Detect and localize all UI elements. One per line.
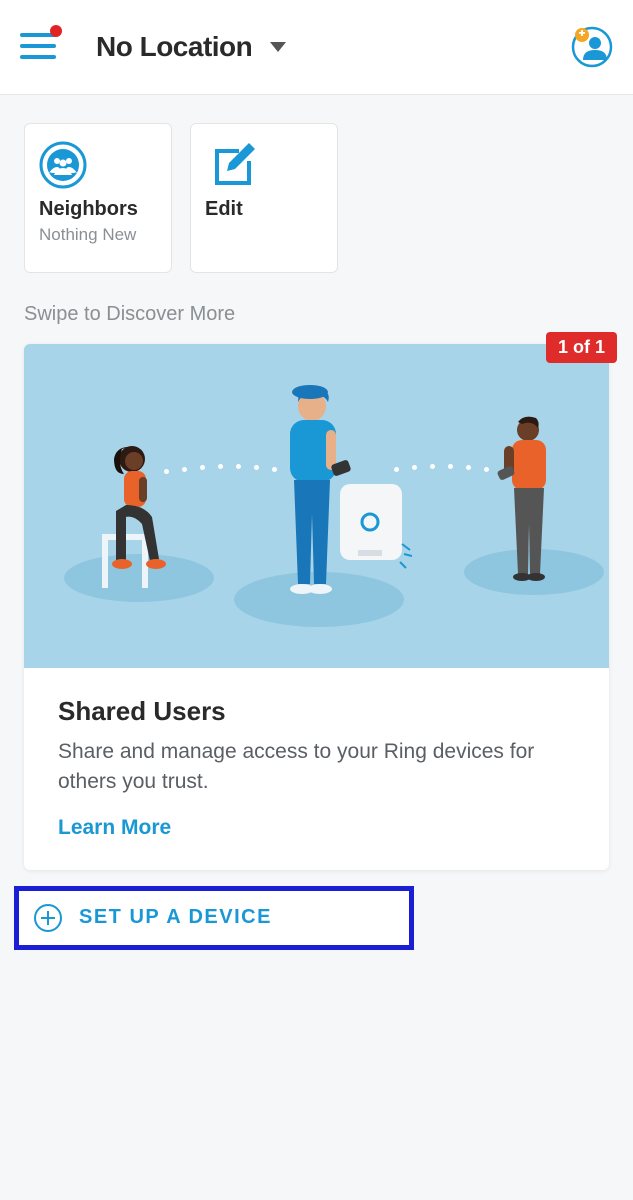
chevron-down-icon	[270, 42, 286, 52]
tile-title: Edit	[205, 198, 323, 221]
card-count-badge: 1 of 1	[546, 332, 617, 363]
location-title: No Location	[96, 31, 252, 63]
location-selector[interactable]: No Location	[96, 31, 286, 63]
add-shared-user-button[interactable]	[571, 26, 613, 68]
discover-section-label: Swipe to Discover More	[24, 303, 609, 326]
tile-row: Neighbors Nothing New Edit	[24, 123, 609, 273]
notification-dot	[50, 25, 62, 37]
card-title: Shared Users	[58, 696, 575, 727]
tile-subtitle: Nothing New	[39, 225, 157, 245]
neighbors-tile[interactable]: Neighbors Nothing New	[24, 123, 172, 273]
plus-circle-icon	[33, 903, 63, 933]
app-header: No Location	[0, 0, 633, 95]
shared-users-illustration	[24, 344, 609, 668]
main-content: Neighbors Nothing New Edit Swipe to Disc…	[0, 95, 633, 950]
card-description: Share and manage access to your Ring dev…	[58, 737, 575, 798]
setup-device-label: SET UP A DEVICE	[79, 906, 272, 929]
edit-tile[interactable]: Edit	[190, 123, 338, 273]
neighbors-icon	[39, 141, 87, 189]
menu-button[interactable]	[20, 33, 56, 61]
learn-more-link[interactable]: Learn More	[58, 816, 171, 840]
setup-device-button[interactable]: SET UP A DEVICE	[14, 886, 414, 950]
discover-card[interactable]: 1 of 1	[24, 344, 609, 870]
edit-icon	[205, 139, 257, 191]
tile-title: Neighbors	[39, 198, 157, 221]
shared-user-plus-icon	[571, 26, 613, 68]
